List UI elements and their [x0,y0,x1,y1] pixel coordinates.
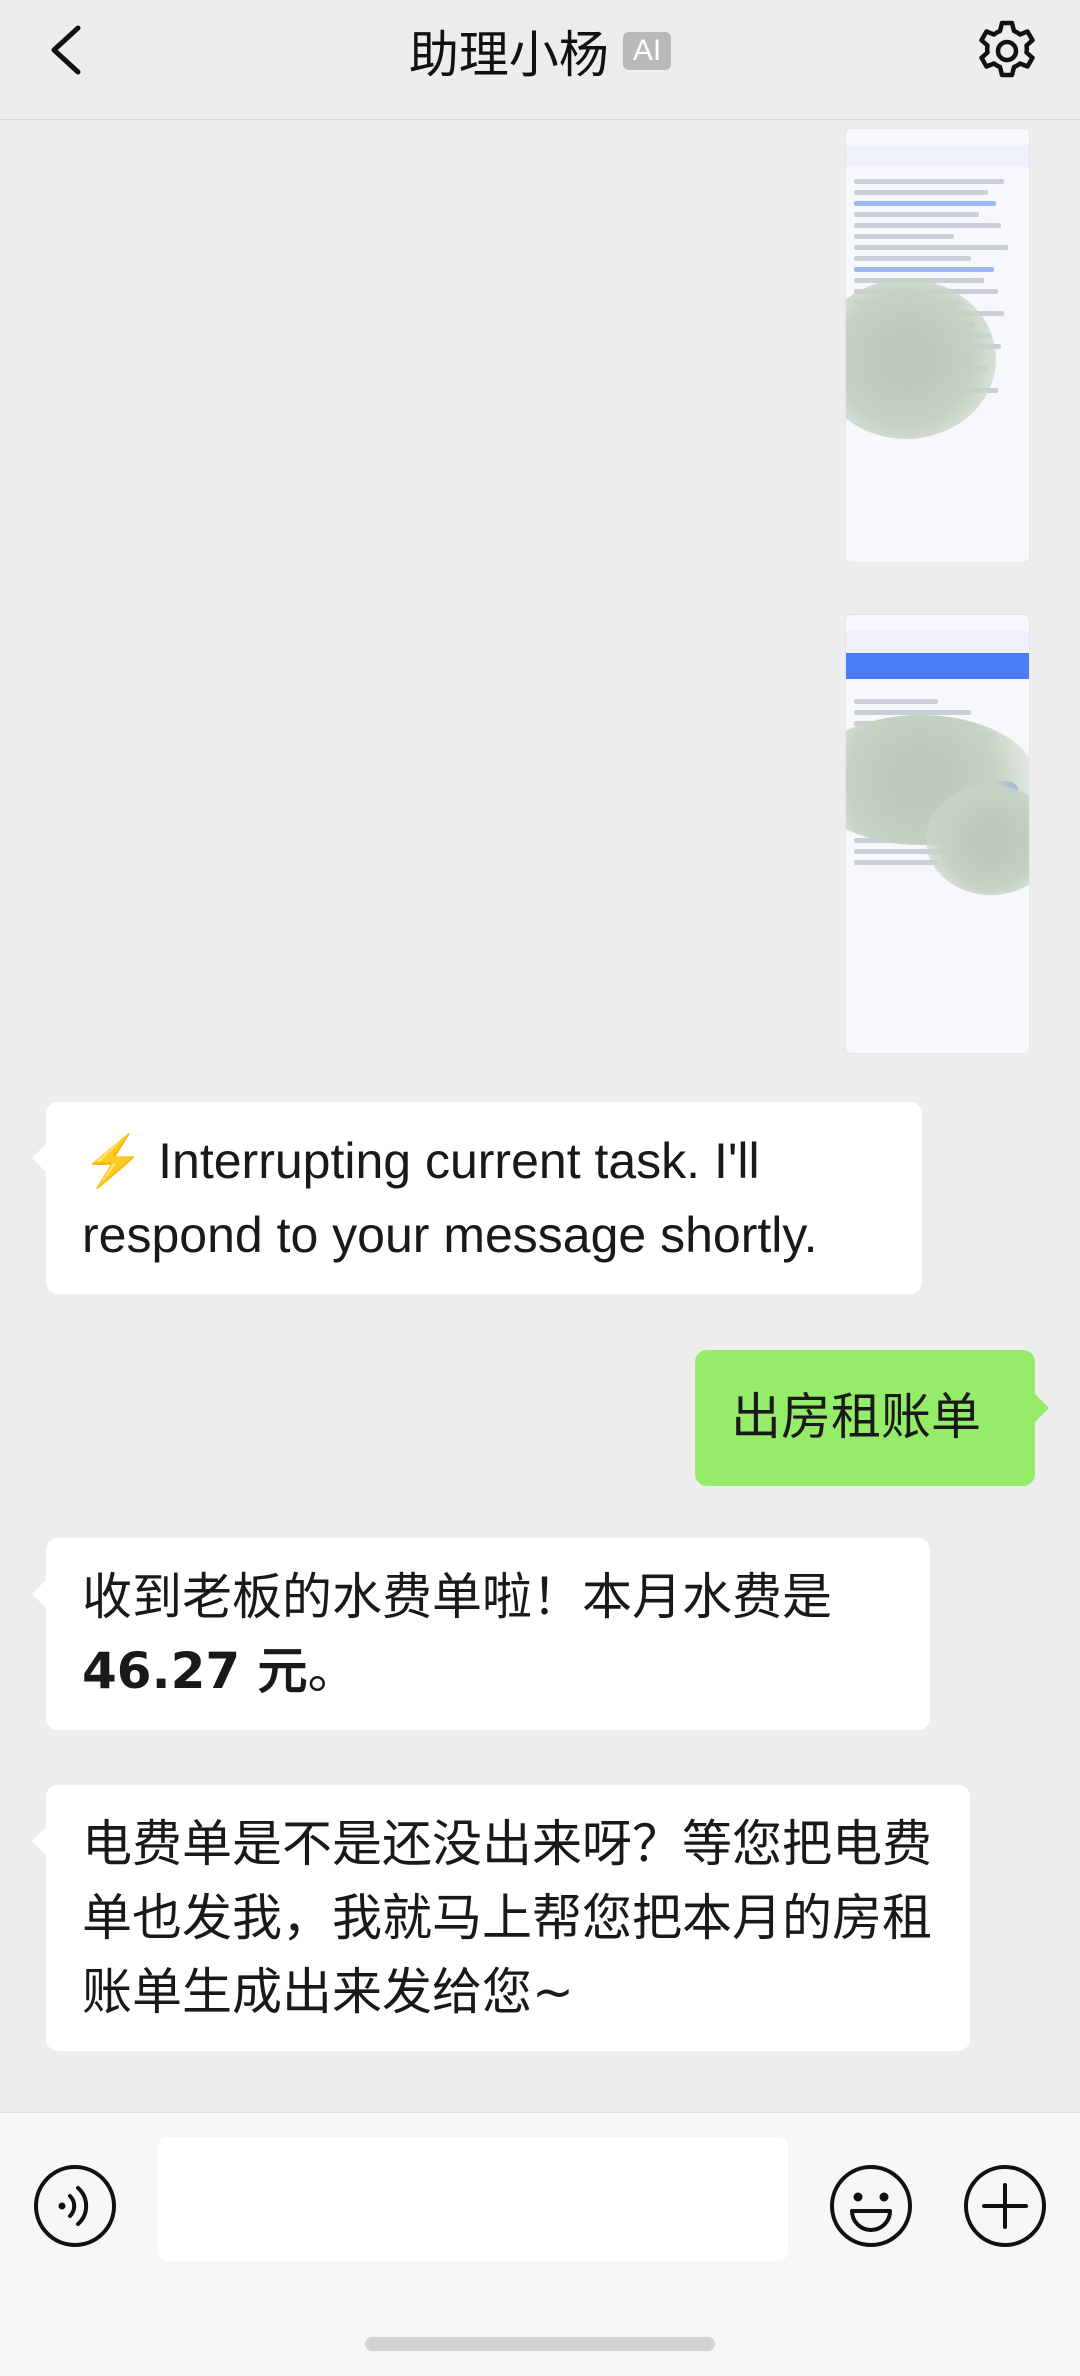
water-fee-amount: 46.27 元 [82,1642,308,1700]
thumb-amount-area [846,679,1029,687]
settings-button[interactable] [974,18,1040,84]
user-message: 出房租账单 [695,1350,1049,1486]
message-input[interactable] [158,2137,788,2261]
message-text: 收到老板的水费单啦！本月水费是 [82,1568,832,1626]
thumb-app-bar [846,631,1029,653]
thumb-status-bar [846,615,1029,631]
message-text: 电费单是不是还没出来呀？等您把电费单也发我，我就马上帮您把本月的房租账单生成出来… [82,1815,932,2021]
voice-icon [34,2165,116,2247]
emoji-icon [830,2165,912,2247]
image-message-water-bill[interactable] [845,128,1030,563]
home-indicator[interactable] [365,2337,715,2351]
thumb-status-bar [846,129,1029,145]
chat-title: 助理小杨 [408,26,609,84]
chat-screen: 助理小杨 AI ⚡ Interrupting current task. I'l… [0,0,1080,2376]
plus-icon [964,2165,1046,2247]
lightning-icon: ⚡ [82,1133,145,1189]
message-text-end: 。 [307,1642,358,1700]
thumb-app-bar [846,145,1029,167]
thumb-company-header [846,653,1029,679]
voice-button[interactable] [32,2163,118,2249]
message-text: 出房租账单 [731,1388,981,1446]
more-button[interactable] [962,2163,1048,2249]
ai-badge: AI [622,32,672,70]
emoji-button[interactable] [828,2163,914,2249]
gear-icon [979,20,1035,78]
chat-header: 助理小杨 AI [0,0,1080,120]
bot-message-electric-request: 电费单是不是还没出来呀？等您把电费单也发我，我就马上帮您把本月的房租账单生成出来… [32,1785,970,2051]
message-text: Interrupting current task. I'll respond … [82,1133,818,1263]
bot-message-water-fee: 收到老板的水费单啦！本月水费是 46.27 元。 [32,1538,930,1730]
title-group: 助理小杨 AI [0,18,1080,84]
image-message-electric-bill[interactable] [845,614,1030,1054]
bot-message-interrupt: ⚡ Interrupting current task. I'll respon… [32,1102,922,1294]
